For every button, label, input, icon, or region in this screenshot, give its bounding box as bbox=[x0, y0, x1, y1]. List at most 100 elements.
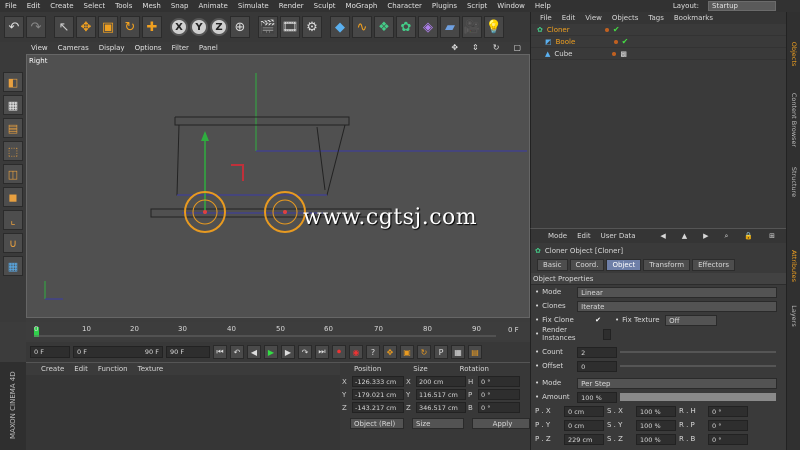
size-z-field[interactable]: 346.517 cm bbox=[416, 402, 466, 413]
sz-field[interactable]: 100 % bbox=[636, 433, 676, 445]
move-icon[interactable]: ✥ bbox=[76, 16, 96, 38]
zoom-icon[interactable]: ⇕ bbox=[467, 43, 484, 52]
fix-texture-dropdown[interactable]: Off bbox=[665, 314, 718, 326]
size-x-field[interactable]: 200 cm bbox=[416, 376, 466, 387]
pan-icon[interactable]: ✥ bbox=[446, 43, 463, 52]
y-axis-icon[interactable]: Y bbox=[190, 18, 208, 36]
floor-icon[interactable]: ▰ bbox=[440, 16, 460, 38]
offset-field[interactable]: 0 bbox=[577, 360, 618, 372]
object-row-boole[interactable]: ◩ Boole ✔ bbox=[531, 36, 786, 48]
apply-button[interactable]: Apply bbox=[472, 418, 530, 429]
axis-mode-icon[interactable]: ⌞ bbox=[3, 210, 23, 230]
viewport-menu-display[interactable]: Display bbox=[94, 44, 130, 52]
current-frame-field[interactable]: 0 F bbox=[30, 346, 70, 358]
sx-field[interactable]: 100 % bbox=[636, 405, 676, 417]
material-menu-function[interactable]: Function bbox=[93, 365, 133, 373]
new-panel-icon[interactable]: ⊞ bbox=[764, 232, 780, 241]
spline-icon[interactable]: ∿ bbox=[352, 16, 372, 38]
menu-mesh[interactable]: Mesh bbox=[137, 2, 165, 10]
x-axis-icon[interactable]: X bbox=[170, 18, 188, 36]
viewport-menu-panel[interactable]: Panel bbox=[194, 44, 223, 52]
amount-field[interactable]: 100 % bbox=[577, 391, 618, 403]
visibility-dot[interactable] bbox=[613, 39, 618, 44]
menu-character[interactable]: Character bbox=[382, 2, 427, 10]
camera-icon[interactable]: 🎥 bbox=[462, 16, 482, 38]
clones-dropdown[interactable]: Iterate bbox=[577, 300, 778, 312]
maximize-icon[interactable]: ▢ bbox=[508, 43, 526, 52]
subdivision-icon[interactable]: ❖ bbox=[374, 16, 394, 38]
attr-menu-user-data[interactable]: User Data bbox=[596, 232, 641, 240]
polygons-mode-icon[interactable]: ◼ bbox=[3, 187, 23, 207]
cube-icon[interactable]: ◆ bbox=[330, 16, 350, 38]
back-arrow-icon[interactable]: ◀ bbox=[655, 232, 670, 241]
py-field[interactable]: 0 cm bbox=[564, 419, 604, 431]
viewport-menu-filter[interactable]: Filter bbox=[167, 44, 194, 52]
autokey-icon[interactable]: ◉ bbox=[349, 345, 363, 359]
visibility-dot[interactable] bbox=[612, 51, 617, 56]
position-x-field[interactable]: -126.333 cm bbox=[352, 376, 404, 387]
render-settings-icon[interactable]: ⚙ bbox=[302, 16, 322, 38]
key-rotation-icon[interactable]: ↻ bbox=[417, 345, 431, 359]
tab-transform[interactable]: Transform bbox=[643, 259, 691, 271]
tab-layers[interactable]: Layers bbox=[790, 279, 798, 353]
menu-select[interactable]: Select bbox=[79, 2, 111, 10]
undo-icon[interactable]: ↶ bbox=[4, 16, 24, 38]
object-name[interactable]: Cube bbox=[554, 50, 608, 58]
forward-arrow-icon[interactable]: ▶ bbox=[698, 232, 713, 241]
coord-mode-dropdown[interactable]: Object (Rel) bbox=[350, 418, 404, 429]
keyframe-selection-icon[interactable]: ? bbox=[366, 345, 380, 359]
scale-icon[interactable]: ▣ bbox=[98, 16, 118, 38]
material-menu-texture[interactable]: Texture bbox=[133, 365, 169, 373]
menu-window[interactable]: Window bbox=[492, 2, 530, 10]
next-key-icon[interactable]: ↷ bbox=[298, 345, 312, 359]
object-menu-tags[interactable]: Tags bbox=[643, 14, 669, 22]
tab-basic[interactable]: Basic bbox=[537, 259, 568, 271]
count-slider[interactable] bbox=[620, 351, 776, 353]
object-menu-view[interactable]: View bbox=[580, 14, 607, 22]
menu-animate[interactable]: Animate bbox=[193, 2, 232, 10]
frame-range-slider[interactable]: 0 F 90 F bbox=[73, 346, 163, 358]
up-arrow-icon[interactable]: ▲ bbox=[677, 232, 692, 241]
search-icon[interactable]: ⌕ bbox=[719, 232, 733, 241]
menu-snap[interactable]: Snap bbox=[166, 2, 194, 10]
go-to-start-icon[interactable]: ⏮ bbox=[213, 345, 227, 359]
grid-snap-icon[interactable]: ▦ bbox=[3, 256, 23, 276]
render-instances-checkbox[interactable] bbox=[603, 328, 612, 340]
render-picture-viewer-icon[interactable]: 🎞 bbox=[280, 16, 300, 38]
key-parameter-icon[interactable]: P bbox=[434, 345, 448, 359]
light-icon[interactable]: 💡 bbox=[484, 16, 504, 38]
texture-mode-icon[interactable]: ▦ bbox=[3, 95, 23, 115]
object-menu-file[interactable]: File bbox=[535, 14, 557, 22]
tab-structure[interactable]: Structure bbox=[790, 145, 798, 219]
layout-dropdown[interactable]: Startup bbox=[708, 1, 776, 11]
lock-icon[interactable]: 🔒 bbox=[739, 232, 758, 241]
attr-menu-mode[interactable]: Mode bbox=[543, 232, 572, 240]
size-y-field[interactable]: 116.517 cm bbox=[416, 389, 466, 400]
menu-help[interactable]: Help bbox=[530, 2, 556, 10]
rp-field[interactable]: 0 ° bbox=[708, 419, 748, 431]
record-icon[interactable]: ⏺ bbox=[332, 345, 346, 359]
object-menu-bookmarks[interactable]: Bookmarks bbox=[669, 14, 718, 22]
rotation-h-field[interactable]: 0 ° bbox=[478, 376, 520, 387]
viewport-menu-view[interactable]: View bbox=[26, 44, 53, 52]
tab-object[interactable]: Object bbox=[606, 259, 642, 271]
object-name[interactable]: Boole bbox=[556, 38, 610, 46]
rotate-icon[interactable]: ↻ bbox=[120, 16, 140, 38]
object-name[interactable]: Cloner bbox=[547, 26, 601, 34]
menu-render[interactable]: Render bbox=[274, 2, 309, 10]
timeline-ruler[interactable]: 0 10 20 30 40 50 60 70 80 90 0 F bbox=[26, 322, 530, 340]
render-view-icon[interactable]: 🎬 bbox=[258, 16, 278, 38]
menu-create[interactable]: Create bbox=[45, 2, 78, 10]
rotation-p-field[interactable]: 0 ° bbox=[478, 389, 520, 400]
position-z-field[interactable]: -143.217 cm bbox=[352, 402, 404, 413]
enabled-check-icon[interactable]: ✔ bbox=[622, 37, 629, 46]
z-axis-icon[interactable]: Z bbox=[210, 18, 228, 36]
tab-objects[interactable]: Objects bbox=[790, 17, 798, 91]
px-field[interactable]: 0 cm bbox=[564, 405, 604, 417]
magnet-icon[interactable]: ∪ bbox=[3, 233, 23, 253]
fix-clone-checkbox[interactable]: ✔ bbox=[595, 316, 601, 324]
attr-menu-edit[interactable]: Edit bbox=[572, 232, 596, 240]
material-menu-create[interactable]: Create bbox=[36, 365, 69, 373]
rh-field[interactable]: 0 ° bbox=[708, 405, 748, 417]
rotation-b-field[interactable]: 0 ° bbox=[478, 402, 520, 413]
